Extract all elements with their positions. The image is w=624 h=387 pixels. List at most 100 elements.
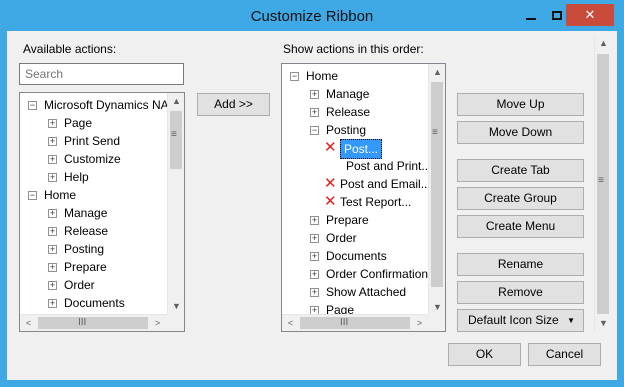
tree-node-label: Customize bbox=[64, 152, 121, 166]
tree-node-label: Post... bbox=[340, 139, 383, 159]
expand-icon[interactable]: + bbox=[48, 155, 57, 164]
tree-node[interactable]: + Order bbox=[20, 276, 167, 294]
tree-node-label: Print Send bbox=[64, 134, 121, 148]
create-menu-button[interactable]: Create Menu bbox=[457, 215, 584, 238]
tree-node[interactable]: + Show Attached bbox=[282, 283, 429, 301]
tree-node[interactable]: + Manage bbox=[282, 85, 429, 103]
scroll-grip-icon: III bbox=[78, 317, 87, 328]
scroll-grip-icon: ≡ bbox=[171, 129, 177, 140]
expand-icon[interactable]: + bbox=[48, 245, 57, 254]
title-bar[interactable]: Customize Ribbon ✕ bbox=[0, 0, 624, 31]
ok-button[interactable]: OK bbox=[448, 343, 521, 366]
add-button[interactable]: Add >> bbox=[197, 93, 270, 116]
scroll-grip-icon: III bbox=[340, 317, 349, 328]
tree-node-label: Post and Print... bbox=[346, 159, 432, 173]
default-icon-size-dropdown[interactable]: Default Icon Size ▼ bbox=[457, 309, 584, 332]
tree-node[interactable]: + Customize bbox=[20, 150, 167, 168]
tree-node[interactable]: + Release bbox=[20, 222, 167, 240]
move-down-button[interactable]: Move Down bbox=[457, 121, 584, 144]
expand-icon[interactable]: + bbox=[48, 227, 57, 236]
tree-node-label: Home bbox=[306, 69, 339, 83]
expand-icon[interactable]: + bbox=[48, 173, 57, 182]
expand-icon[interactable]: + bbox=[310, 270, 319, 279]
tree-node[interactable]: ✕ Test Report... bbox=[282, 193, 429, 211]
tree-node[interactable]: + Documents bbox=[20, 294, 167, 312]
tree-node-label: Order bbox=[326, 231, 357, 245]
tree-node-label: Posting bbox=[326, 123, 367, 137]
scroll-thumb[interactable] bbox=[300, 317, 410, 329]
tree-node[interactable]: + Help bbox=[20, 168, 167, 186]
scroll-down-arrow-icon[interactable]: ▼ bbox=[595, 315, 612, 332]
create-tab-button[interactable]: Create Tab bbox=[457, 159, 584, 182]
expand-icon[interactable]: + bbox=[48, 263, 57, 272]
expand-icon[interactable]: + bbox=[48, 209, 57, 218]
available-tree-horizontal-scrollbar[interactable]: < III > bbox=[20, 314, 167, 331]
expand-icon[interactable]: + bbox=[48, 119, 57, 128]
tree-node[interactable]: + Order Confirmation bbox=[282, 265, 429, 283]
available-actions-tree[interactable]: + Documents + Order + Prepare + Posting + Release… bbox=[19, 92, 185, 332]
tree-node[interactable]: + Prepare bbox=[282, 211, 429, 229]
show-actions-tree[interactable]: + Page + Show Attached + Order Confirmation + D… bbox=[281, 63, 446, 332]
expand-icon[interactable]: + bbox=[310, 234, 319, 243]
show-tree-horizontal-scrollbar[interactable]: < III > bbox=[282, 314, 428, 331]
tree-node[interactable]: + Posting bbox=[20, 240, 167, 258]
show-tree-vertical-scrollbar[interactable]: ▲ ≡ ▼ bbox=[428, 64, 445, 316]
tree-node-label: Manage bbox=[326, 87, 370, 101]
dialog-vertical-scrollbar[interactable]: ▲ ≡ ▼ bbox=[594, 35, 611, 332]
tree-node[interactable]: − Home bbox=[20, 186, 167, 204]
tree-node[interactable]: − Posting bbox=[282, 121, 429, 139]
tree-node[interactable]: ✕ Post... bbox=[282, 139, 429, 159]
expand-icon[interactable]: + bbox=[310, 108, 319, 117]
tree-node[interactable]: Post and Print... bbox=[282, 157, 432, 175]
scroll-down-arrow-icon[interactable]: ▼ bbox=[168, 298, 184, 315]
expand-icon[interactable]: + bbox=[48, 299, 57, 308]
remove-button[interactable]: Remove bbox=[457, 281, 584, 304]
tree-node-label: Order bbox=[64, 278, 95, 292]
collapse-icon[interactable]: − bbox=[28, 191, 37, 200]
delete-mark-icon: ✕ bbox=[324, 139, 337, 156]
tree-node[interactable]: + Prepare bbox=[20, 258, 167, 276]
expand-icon[interactable]: + bbox=[310, 216, 319, 225]
expand-icon[interactable]: + bbox=[310, 252, 319, 261]
tree-node[interactable]: + Release bbox=[282, 103, 429, 121]
scroll-up-arrow-icon[interactable]: ▲ bbox=[429, 64, 445, 81]
scroll-left-arrow-icon[interactable]: < bbox=[20, 315, 37, 331]
scroll-right-arrow-icon[interactable]: > bbox=[411, 315, 428, 331]
scroll-right-arrow-icon[interactable]: > bbox=[149, 315, 166, 331]
tree-node[interactable]: + Manage bbox=[20, 204, 167, 222]
expand-icon[interactable]: + bbox=[48, 281, 57, 290]
scroll-thumb[interactable] bbox=[170, 111, 182, 169]
tree-node[interactable]: + Page bbox=[20, 114, 167, 132]
tree-node-label: Home bbox=[44, 188, 77, 202]
move-up-button[interactable]: Move Up bbox=[457, 93, 584, 116]
collapse-icon[interactable]: − bbox=[310, 126, 319, 135]
scroll-grip-icon: ≡ bbox=[598, 175, 604, 186]
tree-node-label: Prepare bbox=[64, 260, 107, 274]
tree-node[interactable]: ✕ Post and Email... bbox=[282, 175, 431, 193]
scroll-thumb[interactable] bbox=[38, 317, 148, 329]
tree-node[interactable]: + Order bbox=[282, 229, 429, 247]
collapse-icon[interactable]: − bbox=[28, 101, 37, 110]
tree-node-label: Documents bbox=[326, 249, 387, 263]
cancel-button[interactable]: Cancel bbox=[528, 343, 601, 366]
expand-icon[interactable]: + bbox=[310, 288, 319, 297]
tree-node-label: Post and Email... bbox=[340, 177, 431, 191]
collapse-icon[interactable]: − bbox=[290, 72, 299, 81]
tree-node[interactable]: + Documents bbox=[282, 247, 429, 265]
rename-button[interactable]: Rename bbox=[457, 253, 584, 276]
create-group-button[interactable]: Create Group bbox=[457, 187, 584, 210]
expand-icon[interactable]: + bbox=[310, 90, 319, 99]
close-button[interactable]: ✕ bbox=[566, 4, 614, 26]
scroll-thumb[interactable] bbox=[431, 82, 443, 287]
expand-icon[interactable]: + bbox=[48, 137, 57, 146]
scroll-left-arrow-icon[interactable]: < bbox=[282, 315, 299, 331]
tree-node[interactable]: − Home bbox=[282, 67, 429, 85]
tree-node[interactable]: + Print Send bbox=[20, 132, 167, 150]
search-input[interactable] bbox=[19, 63, 184, 85]
tree-node[interactable]: − Microsoft Dynamics NA bbox=[20, 96, 169, 114]
tree-node-label: Help bbox=[64, 170, 89, 184]
scroll-up-arrow-icon[interactable]: ▲ bbox=[168, 93, 184, 110]
available-tree-vertical-scrollbar[interactable]: ▲ ≡ ▼ bbox=[167, 93, 184, 316]
minimize-button[interactable] bbox=[516, 4, 545, 26]
scroll-up-arrow-icon[interactable]: ▲ bbox=[595, 35, 612, 52]
